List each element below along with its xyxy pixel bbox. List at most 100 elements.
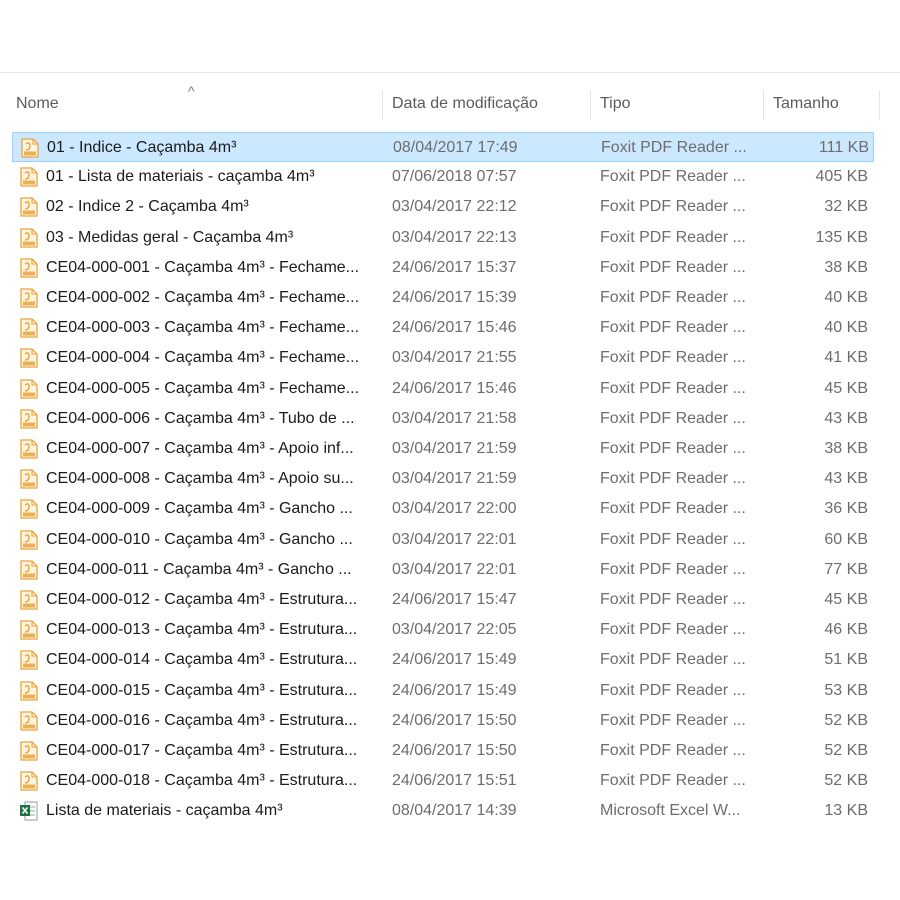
file-date-modified: 24/06/2017 15:47 [392, 591, 517, 608]
file-type: Foxit PDF Reader ... [600, 500, 746, 518]
column-header-date[interactable]: Data de modificação [383, 84, 591, 124]
pdf-file-icon [20, 771, 38, 791]
pdf-file-icon [20, 378, 38, 399]
column-header-name-label: Nome [16, 95, 59, 112]
file-size: 46 KB [824, 621, 868, 639]
file-name: CE04-000-016 - Caçamba 4m³ - Estrutura..… [46, 711, 358, 729]
file-name: CE04-000-012 - Caçamba 4m³ - Estrutura..… [46, 591, 358, 608]
file-row[interactable]: CE04-000-015 - Caçamba 4m³ - Estrutura..… [12, 676, 874, 706]
file-row[interactable]: CE04-000-017 - Caçamba 4m³ - Estrutura..… [12, 736, 874, 766]
pdf-file-icon [20, 650, 38, 671]
file-name: CE04-000-011 - Caçamba 4m³ - Gancho ... [46, 560, 352, 578]
pdf-file-icon [20, 560, 38, 580]
file-row[interactable]: CE04-000-014 - Caçamba 4m³ - Estrutura..… [12, 645, 874, 675]
file-size: 41 KB [824, 349, 868, 367]
pdf-file-icon [20, 409, 38, 429]
file-type: Foxit PDF Reader ... [600, 379, 746, 397]
file-row[interactable]: CE04-000-003 - Caçamba 4m³ - Fechame... 2… [12, 313, 874, 343]
file-date-modified: 24/06/2017 15:46 [392, 379, 517, 397]
pdf-file-icon [20, 590, 38, 610]
file-row[interactable]: CE04-000-005 - Caçamba 4m³ - Fechame... 2… [12, 374, 874, 404]
file-row[interactable]: 02 - Indice 2 - Caçamba 4m³ 03/04/2017 22… [12, 192, 874, 222]
column-header-type[interactable]: Tipo [591, 84, 764, 124]
file-size: 38 KB [824, 258, 868, 276]
file-date-modified: 24/06/2017 15:51 [392, 772, 517, 790]
file-type: Foxit PDF Reader ... [600, 289, 746, 306]
file-row[interactable]: CE04-000-016 - Caçamba 4m³ - Estrutura..… [12, 706, 874, 736]
file-row[interactable]: CE04-000-007 - Caçamba 4m³ - Apoio inf..… [12, 434, 874, 464]
pdf-file-icon [20, 469, 38, 489]
file-date-modified: 24/06/2017 15:39 [392, 289, 517, 306]
file-row[interactable]: CE04-000-001 - Caçamba 4m³ - Fechame... 2… [12, 253, 874, 283]
pdf-file-icon [20, 680, 38, 701]
file-row[interactable]: CE04-000-013 - Caçamba 4m³ - Estrutura..… [12, 615, 874, 645]
pdf-file-icon [20, 529, 38, 550]
pdf-file-icon [20, 499, 38, 520]
file-row[interactable]: 03 - Medidas geral - Caçamba 4m³ 03/04/20… [12, 223, 874, 253]
file-size: 51 KB [824, 651, 868, 669]
file-date-modified: 03/04/2017 21:58 [392, 409, 517, 427]
column-header-size[interactable]: Tamanho [764, 84, 880, 124]
file-type: Foxit PDF Reader ... [600, 681, 746, 699]
file-size: 45 KB [824, 591, 868, 608]
file-type: Foxit PDF Reader ... [600, 772, 746, 790]
pdf-file-icon [20, 167, 38, 187]
file-type: Foxit PDF Reader ... [601, 139, 747, 156]
pdf-file-icon [20, 288, 38, 308]
file-date-modified: 03/04/2017 22:12 [392, 198, 517, 216]
file-row[interactable]: CE04-000-008 - Caçamba 4m³ - Apoio su...… [12, 464, 874, 494]
file-type: Foxit PDF Reader ... [600, 409, 746, 427]
file-type: Foxit PDF Reader ... [600, 621, 746, 639]
file-date-modified: 03/04/2017 22:01 [392, 560, 517, 578]
file-date-modified: 24/06/2017 15:50 [392, 711, 517, 729]
file-name: Lista de materiais - caçamba 4m³ [46, 802, 283, 820]
file-row[interactable]: CE04-000-009 - Caçamba 4m³ - Gancho ... 0… [12, 494, 874, 524]
file-name: CE04-000-010 - Caçamba 4m³ - Gancho ... [46, 530, 353, 548]
file-date-modified: 24/06/2017 15:49 [392, 681, 517, 699]
column-header-size-label: Tamanho [773, 95, 839, 112]
column-separator[interactable] [879, 90, 880, 120]
file-type: Microsoft Excel W... [600, 802, 741, 820]
file-size: 135 KB [815, 228, 868, 246]
file-date-modified: 08/04/2017 17:49 [393, 139, 518, 156]
file-row[interactable]: CE04-000-018 - Caçamba 4m³ - Estrutura..… [12, 766, 874, 796]
file-name: 02 - Indice 2 - Caçamba 4m³ [46, 198, 249, 216]
file-row[interactable]: 01 - Indice - Caçamba 4m³ 08/04/2017 17:4… [12, 132, 874, 162]
file-type: Foxit PDF Reader ... [600, 349, 746, 367]
file-type: Foxit PDF Reader ... [600, 711, 746, 729]
file-date-modified: 03/04/2017 21:59 [392, 470, 517, 488]
file-date-modified: 03/04/2017 22:13 [392, 228, 517, 246]
file-type: Foxit PDF Reader ... [600, 258, 746, 276]
file-size: 13 KB [824, 802, 868, 820]
file-size: 38 KB [824, 440, 868, 457]
file-row[interactable]: CE04-000-002 - Caçamba 4m³ - Fechame... 2… [12, 283, 874, 313]
file-name: CE04-000-003 - Caçamba 4m³ - Fechame... [46, 319, 360, 337]
file-type: Foxit PDF Reader ... [600, 651, 746, 669]
sort-ascending-icon: ^ [188, 83, 195, 99]
column-header-date-label: Data de modificação [392, 95, 538, 112]
file-date-modified: 03/04/2017 21:59 [392, 440, 517, 457]
file-size: 405 KB [815, 168, 868, 186]
file-type: Foxit PDF Reader ... [600, 530, 746, 548]
file-size: 111 KB [818, 139, 869, 156]
file-row[interactable]: Lista de materiais - caçamba 4m³ 08/04/20… [12, 796, 874, 826]
file-size: 43 KB [824, 470, 868, 488]
column-header-name[interactable]: ^ Nome [0, 84, 383, 124]
file-type: Foxit PDF Reader ... [600, 168, 746, 186]
file-size: 43 KB [824, 409, 868, 427]
file-row[interactable]: CE04-000-011 - Caçamba 4m³ - Gancho ... 0… [12, 555, 874, 585]
file-list-view: ^ Nome Data de modificação Tipo Tamanho … [0, 72, 900, 832]
file-date-modified: 24/06/2017 15:37 [392, 258, 517, 276]
file-row[interactable]: CE04-000-012 - Caçamba 4m³ - Estrutura..… [12, 585, 874, 615]
file-name: CE04-000-006 - Caçamba 4m³ - Tubo de ... [46, 409, 355, 427]
file-type: Foxit PDF Reader ... [600, 742, 746, 759]
file-type: Foxit PDF Reader ... [600, 591, 746, 608]
file-name: 01 - Lista de materiais - caçamba 4m³ [46, 168, 315, 186]
file-row[interactable]: CE04-000-004 - Caçamba 4m³ - Fechame... 0… [12, 343, 874, 373]
file-row[interactable]: CE04-000-006 - Caçamba 4m³ - Tubo de ...… [12, 404, 874, 434]
file-name: CE04-000-018 - Caçamba 4m³ - Estrutura..… [46, 772, 358, 790]
pdf-file-icon [20, 711, 38, 731]
file-row[interactable]: CE04-000-010 - Caçamba 4m³ - Gancho ... 0… [12, 525, 874, 555]
file-row[interactable]: 01 - Lista de materiais - caçamba 4m³ 07/… [12, 162, 874, 192]
file-size: 52 KB [824, 742, 868, 759]
